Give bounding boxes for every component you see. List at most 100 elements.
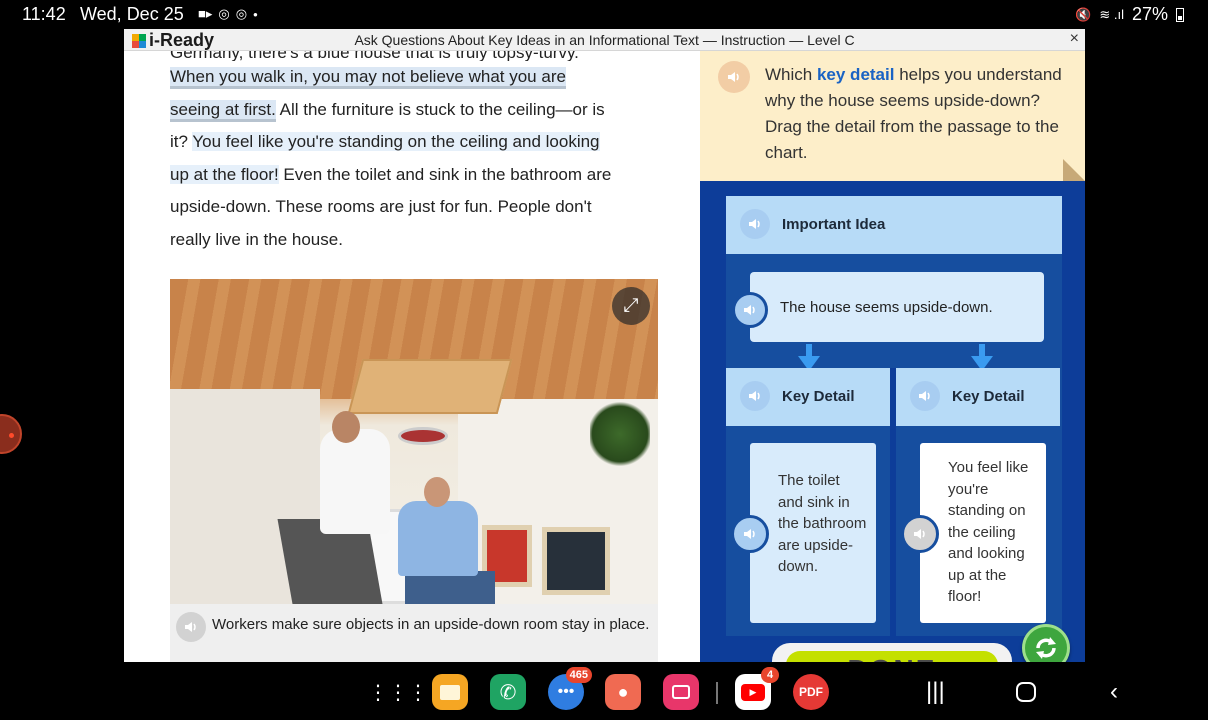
- photo-upside-down-table: [347, 359, 513, 414]
- question-prompt: Which key detail helps you understand wh…: [700, 51, 1085, 181]
- question-text-part: Which: [765, 65, 817, 84]
- key-detail-2-audio-button[interactable]: [910, 381, 940, 411]
- highlight-key-detail-1-end[interactable]: seeing at first.: [170, 99, 276, 122]
- passage-photo: ⤢: [170, 279, 658, 604]
- wifi-signal-icon: ≋ .ıl: [1099, 6, 1124, 22]
- passage-line: it? You feel like you're standing on the…: [170, 126, 670, 159]
- key-detail-1-audio-button[interactable]: [740, 381, 770, 411]
- status-bar: 11:42 Wed, Dec 25 ■▸ ◎ ◎ • 🔇 ≋ .ıl 27%: [0, 0, 1208, 30]
- highlight-key-detail-1[interactable]: When you walk in, you may not believe wh…: [170, 67, 566, 89]
- home-icon: [1016, 682, 1036, 702]
- question-audio-button[interactable]: [718, 61, 750, 93]
- youtube-app[interactable]: ▶ 4: [735, 667, 779, 710]
- key-detail-card-2[interactable]: You feel like you're standing on the cei…: [901, 443, 1046, 623]
- taskbar: ⋮⋮⋮ ✆ ••• 465 ● ▶ 4 PDF ||| ‹: [0, 662, 1208, 720]
- speaker-icon: [914, 529, 925, 539]
- key-detail-card-1[interactable]: The toilet and sink in the bathroom are …: [731, 443, 876, 623]
- key-detail-text-1: The toilet and sink in the bathroom are …: [778, 472, 867, 575]
- status-date: Wed, Dec 25: [80, 4, 184, 24]
- battery-percent: 27%: [1131, 4, 1168, 24]
- my-files-app[interactable]: [432, 674, 468, 710]
- passage-text: All the furniture is stuck to the ceilin…: [275, 99, 605, 119]
- photo-worker: [332, 411, 360, 443]
- key-detail-label: Key Detail: [952, 388, 1025, 405]
- chrome-icon: ◎: [218, 6, 230, 21]
- taskbar-divider: [716, 682, 718, 704]
- passage-text: Even the toilet and sink in the bathroom…: [278, 164, 612, 184]
- passage-line: seeing at first. All the furniture is st…: [170, 94, 670, 127]
- expand-arrows-icon: ⤢: [623, 295, 639, 316]
- detail-card-1-audio-button[interactable]: [731, 515, 769, 553]
- done-button[interactable]: DONE: [772, 643, 1012, 662]
- passage-line: really live in the house.: [170, 229, 343, 249]
- camera-icon: [672, 685, 690, 699]
- key-idea-chart: Important Idea The house seems upside-do…: [726, 196, 1062, 636]
- youtube-badge: 4: [761, 667, 779, 683]
- passage-text: it?: [170, 132, 193, 151]
- more-dot-icon: •: [253, 6, 258, 22]
- phone-icon: ✆: [499, 681, 517, 704]
- idea-card-audio-button[interactable]: [732, 292, 768, 328]
- caption-audio-button[interactable]: [176, 612, 206, 642]
- chat-bubble-icon: •••: [557, 683, 575, 700]
- passage-line: upside-down. These rooms are just for fu…: [170, 197, 592, 216]
- key-detail-text-2: You feel like you're standing on the cei…: [948, 459, 1029, 605]
- close-window-button[interactable]: ×: [1070, 30, 1079, 48]
- speaker-icon: [749, 219, 760, 229]
- question-text: Which key detail helps you understand wh…: [765, 62, 1065, 166]
- photo-worker: [398, 501, 478, 576]
- app-drawer-button[interactable]: ⋮⋮⋮: [368, 674, 428, 710]
- photo-poster: [542, 527, 610, 595]
- important-idea-card: The house seems upside-down.: [732, 272, 1044, 342]
- photo-plant: [590, 399, 650, 469]
- floating-app-bubble[interactable]: [0, 414, 22, 454]
- speaker-icon: [728, 72, 739, 82]
- screen-recorder-app[interactable]: [663, 674, 699, 710]
- messages-app[interactable]: ••• 465: [548, 667, 592, 710]
- contacts-app[interactable]: ●: [605, 674, 641, 710]
- key-detail-header-1: Key Detail: [726, 368, 890, 426]
- back-chevron-icon: ‹: [1110, 678, 1118, 705]
- messages-badge: 465: [565, 667, 592, 683]
- grid-dots-icon: ⋮⋮⋮: [368, 681, 428, 704]
- key-detail-label: Key Detail: [782, 388, 855, 405]
- detail-card-2-audio-button[interactable]: [901, 515, 939, 553]
- photo-worker: [424, 477, 450, 507]
- expand-image-button[interactable]: ⤢: [612, 287, 650, 325]
- important-idea-audio-button[interactable]: [740, 209, 770, 239]
- home-button[interactable]: [1016, 678, 1036, 702]
- pdf-label: PDF: [799, 685, 823, 699]
- person-icon: ●: [617, 681, 629, 702]
- column-divider: [890, 368, 896, 636]
- highlight-key-detail-2[interactable]: You feel like you're standing on the cei…: [192, 132, 600, 151]
- folder-icon: [440, 684, 460, 700]
- refresh-icon: [1036, 637, 1056, 659]
- important-idea-label: Important Idea: [782, 216, 886, 233]
- phone-app[interactable]: ✆: [490, 674, 526, 710]
- key-detail-header-2: Key Detail: [896, 368, 1060, 426]
- done-label: DONE: [786, 651, 998, 662]
- mute-icon: 🔇: [1075, 6, 1092, 22]
- recent-apps-button[interactable]: |||: [926, 678, 945, 706]
- highlight-key-detail-2-end[interactable]: up at the floor!: [170, 164, 279, 184]
- notification-icons: ■▸ ◎ ◎ •: [198, 6, 258, 22]
- chrome-icon-2: ◎: [235, 6, 248, 21]
- window-title-bar: i-Ready Ask Questions About Key Ideas in…: [124, 29, 1085, 51]
- photo-caption: Workers make sure objects in an upside-d…: [170, 604, 658, 662]
- reading-passage: Germany, there's a blue house that is tr…: [170, 39, 670, 256]
- app-window: Germany, there's a blue house that is tr…: [124, 29, 1085, 662]
- passage-line: When you walk in, you may not believe wh…: [170, 61, 670, 94]
- activity-panel: Which key detail helps you understand wh…: [700, 51, 1085, 662]
- pdf-app[interactable]: PDF: [793, 674, 829, 710]
- reset-button[interactable]: [1022, 624, 1070, 662]
- caption-text: Workers make sure objects in an upside-d…: [212, 616, 650, 633]
- photo-worker: [320, 429, 390, 534]
- status-time: 11:42: [22, 4, 66, 24]
- recent-apps-icon: |||: [926, 678, 945, 705]
- youtube-icon: ▶: [741, 683, 765, 701]
- speaker-icon: [919, 391, 930, 401]
- keyword-key-detail[interactable]: key detail: [817, 65, 895, 84]
- passage-line: up at the floor! Even the toilet and sin…: [170, 159, 670, 192]
- back-button[interactable]: ‹: [1110, 678, 1118, 706]
- recording-dot-icon: [9, 433, 14, 438]
